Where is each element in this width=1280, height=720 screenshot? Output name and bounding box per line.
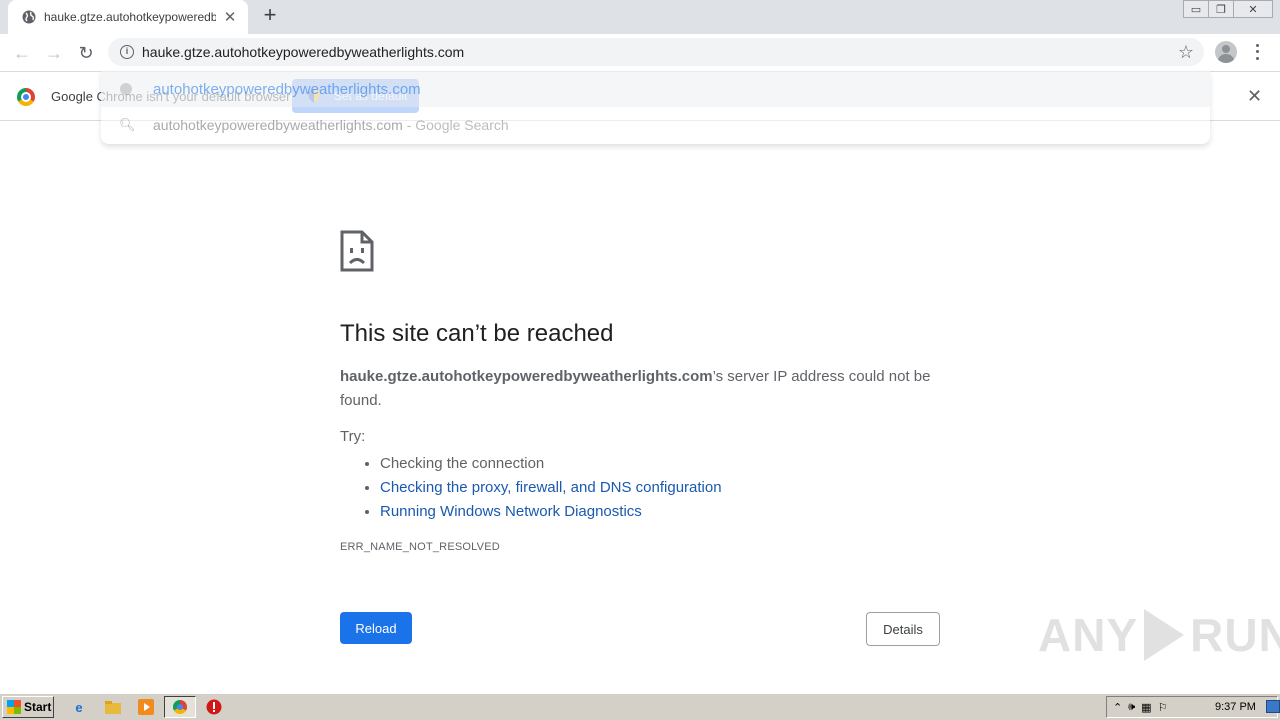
info-icon[interactable]: i [120,45,134,59]
watermark-left: ANY [1038,609,1139,661]
chrome-logo-icon [17,88,35,106]
reload-icon[interactable]: ↻ [72,39,100,67]
watermark-right: RUN [1190,609,1280,661]
suggestion-connection: Checking the connection [380,455,545,472]
browser-toolbar: ← → ↻ i hauke.gtze.autohotkeypoweredbywe… [0,34,1280,71]
details-button[interactable]: Details [866,612,940,646]
taskbar-chrome-button[interactable] [164,696,196,718]
omnibox-suggestion[interactable]: 🔍︎ autohotkeypoweredbyweatherlights.com … [101,107,1210,143]
bookmark-star-icon[interactable]: ☆ [1178,42,1194,63]
tab-title: hauke.gtze.autohotkeypoweredbyweatherlig… [44,10,216,24]
search-icon: 🔍︎ [119,117,136,132]
network-diagnostics-link[interactable]: Running Windows Network Diagnostics [380,503,642,520]
address-bar-url[interactable]: hauke.gtze.autohotkeypoweredbyweatherlig… [142,44,464,60]
show-desktop-icon[interactable] [1266,700,1280,713]
start-button[interactable]: Start [2,696,54,718]
profile-avatar-icon[interactable] [1215,41,1237,63]
media-player-icon[interactable] [137,698,155,716]
error-message: hauke.gtze.autohotkeypoweredbyweatherlig… [340,365,940,413]
suggestion-search: autohotkeypoweredbyweatherlights.com - G… [153,117,509,133]
suggestion-list: Checking the connection Checking the pro… [380,452,722,524]
omnibox-dropdown: autohotkeypoweredbyweatherlights.com 🔍︎ … [101,71,1210,144]
file-explorer-icon[interactable] [104,698,122,716]
proxy-firewall-dns-link[interactable]: Checking the proxy, firewall, and DNS co… [380,479,722,496]
windows-taskbar: Start e ⌃ 🕪︎ ▦ ⚐ 9:37 PM [0,693,1280,720]
sad-document-icon [340,230,374,272]
suggestion-url: autohotkeypoweredbyweatherlights.com [153,80,421,98]
tray-expand-icon[interactable]: ⌃ [1113,701,1122,714]
chrome-icon [173,700,187,714]
windows-logo-icon [7,700,21,714]
try-label: Try: [340,428,366,445]
play-icon [1144,609,1185,661]
error-code: ERR_NAME_NOT_RESOLVED [340,541,500,553]
list-item: Checking the connection [380,452,722,476]
taskbar-clock[interactable]: 9:37 PM [1215,701,1256,713]
internet-explorer-icon[interactable]: e [70,698,88,716]
globe-icon [120,83,132,95]
tab-close-icon[interactable]: ✕ [222,8,238,26]
network-icon[interactable]: ▦ [1141,701,1151,714]
anyrun-watermark: ANY RUN [1038,608,1280,662]
volume-icon[interactable]: 🕪︎ [1128,701,1135,714]
reload-button[interactable]: Reload [340,612,412,644]
start-label: Start [24,700,52,714]
tab-active[interactable]: hauke.gtze.autohotkeypoweredbyweatherlig… [8,0,248,34]
maximize-button[interactable]: ❐ [1208,0,1234,18]
list-item: Running Windows Network Diagnostics [380,500,722,524]
omnibox-suggestion[interactable]: autohotkeypoweredbyweatherlights.com [101,71,1210,107]
stop-icon[interactable] [205,698,223,716]
list-item: Checking the proxy, firewall, and DNS co… [380,476,722,500]
action-center-flag-icon[interactable]: ⚐ [1158,701,1168,714]
system-tray: ⌃ 🕪︎ ▦ ⚐ 9:37 PM [1106,696,1280,718]
address-bar[interactable]: i hauke.gtze.autohotkeypoweredbyweatherl… [108,38,1204,66]
minimize-button[interactable]: ▭ [1183,0,1209,18]
forward-button[interactable]: → [40,39,68,67]
close-window-button[interactable]: ✕ [1233,0,1273,18]
back-button[interactable]: ← [8,39,36,67]
new-tab-button[interactable]: + [258,4,282,28]
menu-kebab-icon[interactable] [1250,42,1264,62]
tab-strip: hauke.gtze.autohotkeypoweredbyweatherlig… [0,0,1280,34]
error-host: hauke.gtze.autohotkeypoweredbyweatherlig… [340,368,713,385]
infobar-close-icon[interactable]: ✕ [1247,86,1262,107]
error-title: This site can’t be reached [340,320,614,347]
globe-icon [22,10,36,24]
